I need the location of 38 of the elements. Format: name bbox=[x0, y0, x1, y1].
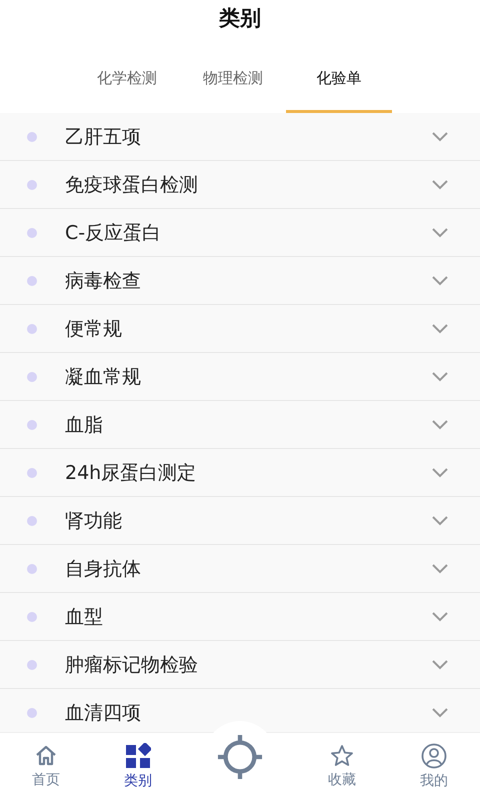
nav-tab[interactable]: 收藏 bbox=[296, 733, 388, 800]
profile-icon bbox=[421, 743, 447, 769]
bullet-dot bbox=[27, 660, 37, 670]
item-label: 病毒检查 bbox=[65, 268, 142, 294]
star-icon bbox=[330, 744, 354, 768]
item-label: 乙肝五项 bbox=[65, 124, 142, 150]
nav-tab[interactable]: 我的 bbox=[388, 733, 480, 800]
item-label: 免疫球蛋白检测 bbox=[65, 172, 199, 198]
category-tab[interactable]: 化学检测 bbox=[74, 55, 180, 113]
item-label: 血型 bbox=[65, 604, 104, 630]
grid-icon bbox=[125, 743, 151, 769]
item-label: 便常规 bbox=[65, 316, 123, 342]
bullet-dot bbox=[27, 228, 37, 238]
page-title: 类别 bbox=[219, 5, 261, 32]
item-label: 24h尿蛋白测定 bbox=[65, 460, 198, 486]
target-icon bbox=[217, 734, 263, 780]
bullet-dot bbox=[27, 372, 37, 382]
bullet-dot bbox=[27, 612, 37, 622]
bullet-dot bbox=[27, 708, 37, 718]
bullet-dot bbox=[27, 276, 37, 286]
item-label: 凝血常规 bbox=[65, 364, 142, 390]
item-label: 肿瘤标记物检验 bbox=[65, 652, 199, 678]
bullet-dot bbox=[27, 564, 37, 574]
item-label: C-反应蛋白 bbox=[65, 220, 162, 246]
bullet-dot bbox=[27, 468, 37, 478]
item-label: 血脂 bbox=[65, 412, 104, 438]
nav-tab[interactable]: 类别 bbox=[92, 733, 184, 800]
item-label: 肾功能 bbox=[65, 508, 123, 534]
nav-tab[interactable]: 首页 bbox=[0, 733, 92, 800]
bullet-dot bbox=[27, 180, 37, 190]
item-label: 血清四项 bbox=[65, 700, 142, 726]
home-icon bbox=[34, 744, 58, 768]
bullet-dot bbox=[27, 516, 37, 526]
bullet-dot bbox=[27, 132, 37, 142]
bullet-dot bbox=[27, 420, 37, 430]
category-tab[interactable]: 物理检测 bbox=[180, 55, 286, 113]
item-label: 自身抗体 bbox=[65, 556, 142, 582]
bullet-dot bbox=[27, 324, 37, 334]
